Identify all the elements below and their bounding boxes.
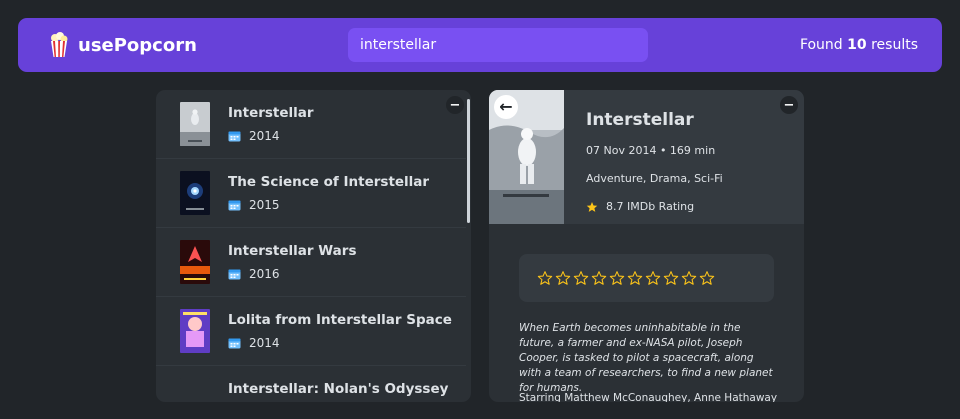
movie-poster xyxy=(180,171,210,215)
list-scrollbar[interactable] xyxy=(467,99,470,223)
movie-list: Interstellar 2014 The Science of Interst… xyxy=(156,90,466,402)
details-title: Interstellar xyxy=(586,110,694,130)
calendar-icon xyxy=(228,269,241,280)
search-input[interactable] xyxy=(348,28,648,62)
movie-year: 2016 xyxy=(249,267,280,281)
movie-item[interactable]: The Science of Interstellar 2015 xyxy=(156,159,466,228)
imdb-rating: 8.7 IMDb Rating xyxy=(606,200,695,213)
movie-item[interactable]: Lolita from Interstellar Space 2014 xyxy=(156,297,466,366)
movie-title: Interstellar: Nolan's Odyssey xyxy=(228,381,449,397)
details-starring: Starring Matthew McConaughey, Anne Hatha… xyxy=(519,392,778,402)
collapse-list-button[interactable]: − xyxy=(446,96,464,114)
movie-title: Interstellar xyxy=(228,105,314,121)
movie-title: The Science of Interstellar xyxy=(228,174,430,190)
movie-item[interactable]: Interstellar: Nolan's Odyssey 2014 xyxy=(156,366,466,402)
movie-year: 2014 xyxy=(249,129,280,143)
star-icon xyxy=(586,201,598,212)
rating-star-icon[interactable] xyxy=(699,270,715,286)
movie-poster xyxy=(180,378,210,402)
rating-star-icon[interactable] xyxy=(555,270,571,286)
rating-star-icon[interactable] xyxy=(663,270,679,286)
movie-poster xyxy=(180,240,210,284)
back-button[interactable]: ← xyxy=(494,95,518,119)
collapse-details-button[interactable]: − xyxy=(780,96,798,114)
movie-poster xyxy=(180,309,210,353)
logo-title: usePopcorn xyxy=(78,34,197,56)
star-rating xyxy=(519,254,774,302)
movie-title: Interstellar Wars xyxy=(228,243,357,259)
calendar-icon xyxy=(228,131,241,142)
details-plot: When Earth becomes uninhabitable in the … xyxy=(519,322,773,394)
popcorn-icon xyxy=(50,32,68,58)
movie-details-box: − ← Interstellar 07 Nov 2014 • 169 min A… xyxy=(489,90,804,402)
movie-title: Lolita from Interstellar Space xyxy=(228,312,452,328)
movie-list-box: − Interstellar 2014 The Science of Inter… xyxy=(156,90,471,402)
rating-star-icon[interactable] xyxy=(645,270,661,286)
calendar-icon xyxy=(228,338,241,349)
details-genre: Adventure, Drama, Sci-Fi xyxy=(586,172,723,185)
rating-star-icon[interactable] xyxy=(573,270,589,286)
navbar: usePopcorn Found 10 results xyxy=(18,18,942,72)
details-poster: ← xyxy=(489,90,564,224)
details-header: ← Interstellar 07 Nov 2014 • 169 min Adv… xyxy=(489,90,804,224)
movie-year: 2014 xyxy=(249,336,280,350)
movie-poster xyxy=(180,102,210,146)
calendar-icon xyxy=(228,200,241,211)
movie-item[interactable]: Interstellar 2014 xyxy=(156,90,466,159)
details-release-runtime: 07 Nov 2014 • 169 min xyxy=(586,144,716,157)
rating-star-icon[interactable] xyxy=(681,270,697,286)
rating-star-icon[interactable] xyxy=(537,270,553,286)
rating-star-icon[interactable] xyxy=(627,270,643,286)
rating-star-icon[interactable] xyxy=(591,270,607,286)
movie-year: 2015 xyxy=(249,198,280,212)
rating-star-icon[interactable] xyxy=(609,270,625,286)
results-count: Found 10 results xyxy=(799,37,918,53)
movie-item[interactable]: Interstellar Wars 2016 xyxy=(156,228,466,297)
logo: usePopcorn xyxy=(50,32,197,58)
